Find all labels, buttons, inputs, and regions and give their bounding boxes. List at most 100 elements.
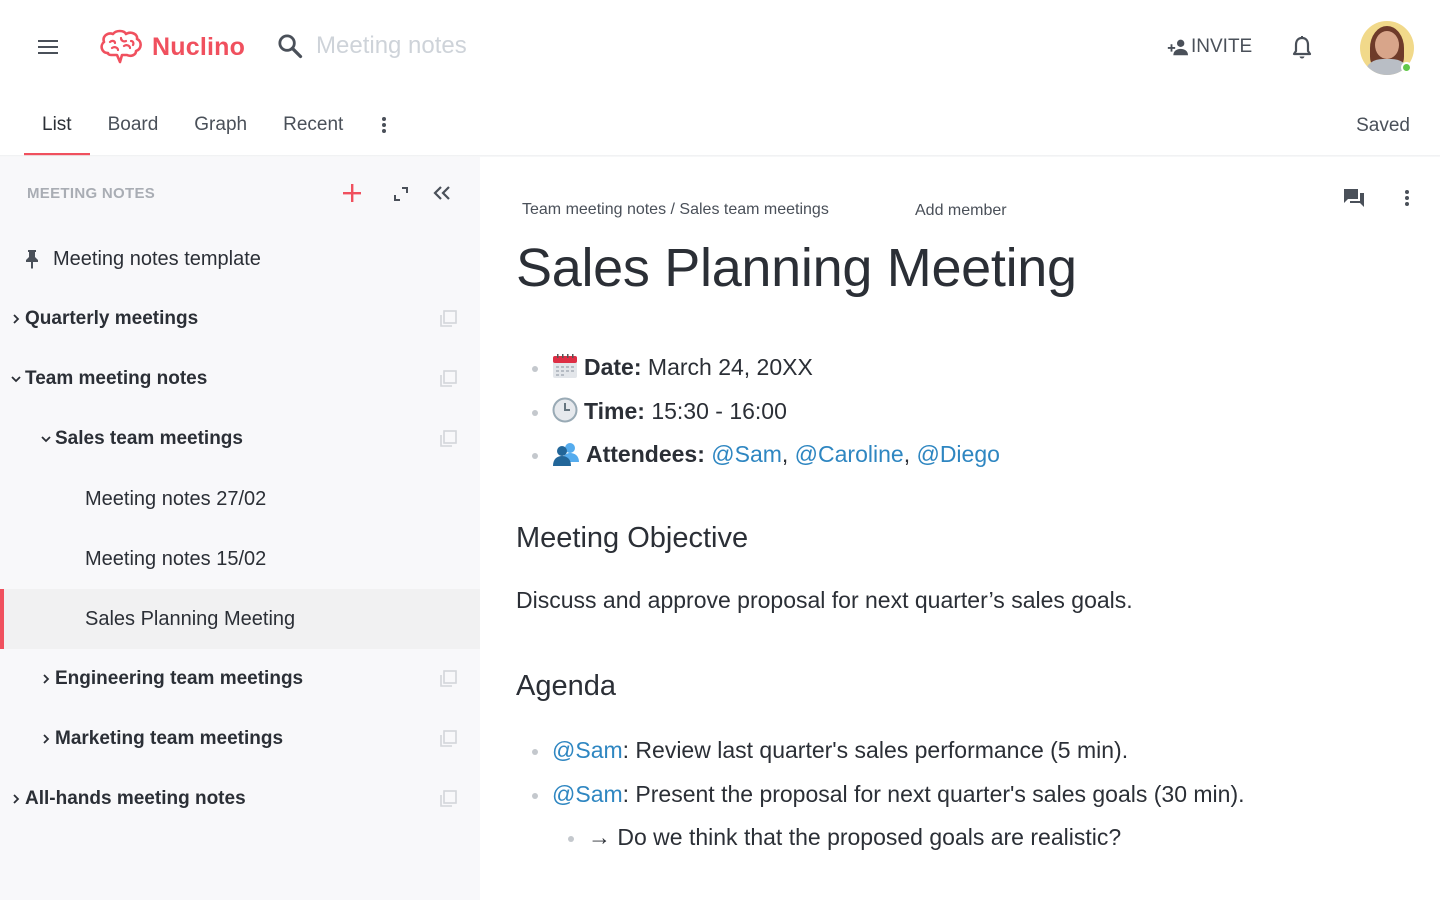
agenda-list: @Sam: Review last quarter's sales perfor… — [532, 729, 1245, 860]
list-item-attendees: Attendees: @Sam, @Caroline, @Diego — [532, 433, 1000, 477]
sidebar-item-quarterly-meetings[interactable]: Quarterly meetings — [0, 289, 480, 349]
add-item-button[interactable] — [342, 183, 362, 208]
chevron-right-icon[interactable] — [39, 673, 53, 685]
sidebar-item-label: Meeting notes 27/02 — [85, 487, 267, 510]
people-icon — [553, 443, 579, 466]
breadcrumb-separator: / — [666, 201, 680, 218]
time-label: Time: — [584, 397, 645, 424]
chevron-down-icon[interactable] — [39, 435, 53, 443]
sidebar-item-meeting-notes-template[interactable]: Meeting notes template — [0, 229, 480, 289]
mention-diego[interactable]: @Diego — [916, 441, 999, 467]
sidebar-item-label: Sales team meetings — [55, 428, 243, 449]
mention-sam[interactable]: @Sam — [552, 737, 623, 763]
app-name: Nuclino — [152, 32, 246, 61]
document-more-button[interactable] — [1404, 189, 1410, 212]
tabs-more-button[interactable] — [361, 100, 397, 139]
mention-sam[interactable]: @Sam — [552, 781, 623, 807]
list-item-time: Time: 15:30 - 16:00 — [532, 390, 1000, 434]
avatar-face — [1375, 31, 1399, 59]
sidebar-item-label: Quarterly meetings — [25, 308, 199, 329]
sidebar-item-label: Team meeting notes — [25, 368, 208, 389]
brain-logo-icon — [100, 29, 142, 64]
sidebar: MEETING NOTES Meeting notes template Qua… — [0, 157, 480, 900]
agenda-sub-item-text: → Do we think that the proposed goals ar… — [588, 824, 1122, 850]
copy-icon[interactable] — [439, 430, 457, 448]
breadcrumb-sales-team-meetings[interactable]: Sales team meetings — [679, 201, 828, 218]
agenda-item: @Sam: Present the proposal for next quar… — [532, 773, 1245, 817]
copy-icon[interactable] — [439, 670, 457, 688]
sidebar-item-label: All-hands meeting notes — [25, 788, 246, 809]
sidebar-item-meeting-notes-15-02[interactable]: Meeting notes 15/02 — [0, 529, 480, 589]
app-logo[interactable]: Nuclino — [98, 29, 245, 65]
calendar-icon — [553, 354, 577, 378]
notifications-button[interactable] — [1291, 35, 1313, 66]
sidebar-title: MEETING NOTES — [27, 185, 156, 202]
search-icon[interactable] — [276, 32, 304, 60]
pin-icon — [26, 250, 38, 269]
copy-icon[interactable] — [439, 730, 457, 748]
comments-icon — [1344, 189, 1364, 207]
expand-icon — [394, 187, 408, 201]
date-label: Date: — [584, 354, 642, 380]
search-bar — [276, 32, 616, 60]
top-bar: Nuclino INVITE — [0, 0, 1440, 96]
document-title[interactable]: Sales Planning Meeting — [516, 237, 1077, 299]
mention-sam[interactable]: @Sam — [711, 441, 782, 467]
chevron-down-icon[interactable] — [9, 375, 23, 383]
breadcrumb-team-meeting-notes[interactable]: Team meeting notes — [522, 201, 666, 218]
more-vertical-icon — [382, 117, 387, 133]
search-input[interactable] — [316, 32, 616, 60]
sidebar-item-label: Sales Planning Meeting — [85, 607, 296, 630]
view-tabs: List Board Graph Recent — [24, 100, 397, 156]
objective-text: Discuss and approve proposal for next qu… — [516, 587, 1133, 613]
bell-icon — [1292, 36, 1312, 59]
sidebar-item-sales-planning-meeting[interactable]: Sales Planning Meeting — [0, 589, 480, 649]
mention-caroline[interactable]: @Caroline — [795, 441, 904, 467]
date-value: March 24, 20XX — [647, 354, 813, 380]
copy-icon[interactable] — [439, 310, 457, 328]
chevron-right-icon[interactable] — [39, 733, 53, 745]
copy-icon[interactable] — [439, 370, 457, 388]
chevron-right-icon[interactable] — [9, 793, 23, 805]
tab-board[interactable]: Board — [90, 100, 177, 156]
objective-heading: Meeting Objective — [516, 522, 749, 554]
chevron-right-icon[interactable] — [9, 313, 23, 325]
collapse-sidebar-button[interactable] — [433, 185, 451, 206]
add-person-icon — [1167, 39, 1188, 56]
document-pane: Team meeting notes / Sales team meetings… — [480, 157, 1440, 900]
comments-button[interactable] — [1343, 188, 1365, 213]
invite-label: INVITE — [1191, 36, 1253, 57]
sidebar-item-marketing-team-meetings[interactable]: Marketing team meetings — [0, 709, 480, 769]
tab-recent[interactable]: Recent — [265, 100, 361, 156]
agenda-item: @Sam: Review last quarter's sales perfor… — [532, 729, 1245, 773]
menu-icon[interactable] — [38, 40, 58, 56]
meeting-details-list: Date: March 24, 20XX Time: 15:30 - 16:00… — [532, 346, 1000, 477]
plus-icon — [343, 184, 361, 202]
sidebar-item-label: Engineering team meetings — [55, 668, 304, 689]
online-status-indicator — [1401, 62, 1412, 73]
invite-button[interactable]: INVITE — [1166, 36, 1252, 58]
tab-list[interactable]: List — [24, 100, 90, 156]
expand-sidebar-button[interactable] — [394, 187, 408, 206]
list-item-date: Date: March 24, 20XX — [532, 346, 1000, 390]
copy-icon[interactable] — [439, 790, 457, 808]
agenda-item-text: : Present the proposal for next quarter'… — [622, 780, 1245, 807]
sidebar-item-sales-team-meetings[interactable]: Sales team meetings — [0, 409, 480, 469]
sidebar-item-label: Meeting notes 15/02 — [85, 547, 267, 570]
clock-icon — [552, 397, 578, 422]
more-vertical-icon — [1405, 190, 1409, 206]
agenda-heading: Agenda — [516, 670, 616, 702]
double-chevron-left-icon — [433, 186, 450, 200]
breadcrumb: Team meeting notes / Sales team meetings — [522, 201, 829, 219]
sidebar-item-label: Marketing team meetings — [55, 728, 284, 749]
sidebar-item-label: Meeting notes template — [53, 247, 261, 270]
add-member-button[interactable]: Add member — [915, 202, 1007, 220]
sidebar-item-all-hands-meeting-notes[interactable]: All-hands meeting notes — [0, 769, 480, 829]
sidebar-item-meeting-notes-27-02[interactable]: Meeting notes 27/02 — [0, 469, 480, 529]
tab-graph[interactable]: Graph — [176, 100, 265, 156]
save-status: Saved — [1356, 115, 1410, 136]
agenda-sub-item: → Do we think that the proposed goals ar… — [568, 816, 1245, 860]
sidebar-item-team-meeting-notes[interactable]: Team meeting notes — [0, 349, 480, 409]
sidebar-item-engineering-team-meetings[interactable]: Engineering team meetings — [0, 649, 480, 709]
attendees-label: Attendees: — [586, 441, 705, 467]
